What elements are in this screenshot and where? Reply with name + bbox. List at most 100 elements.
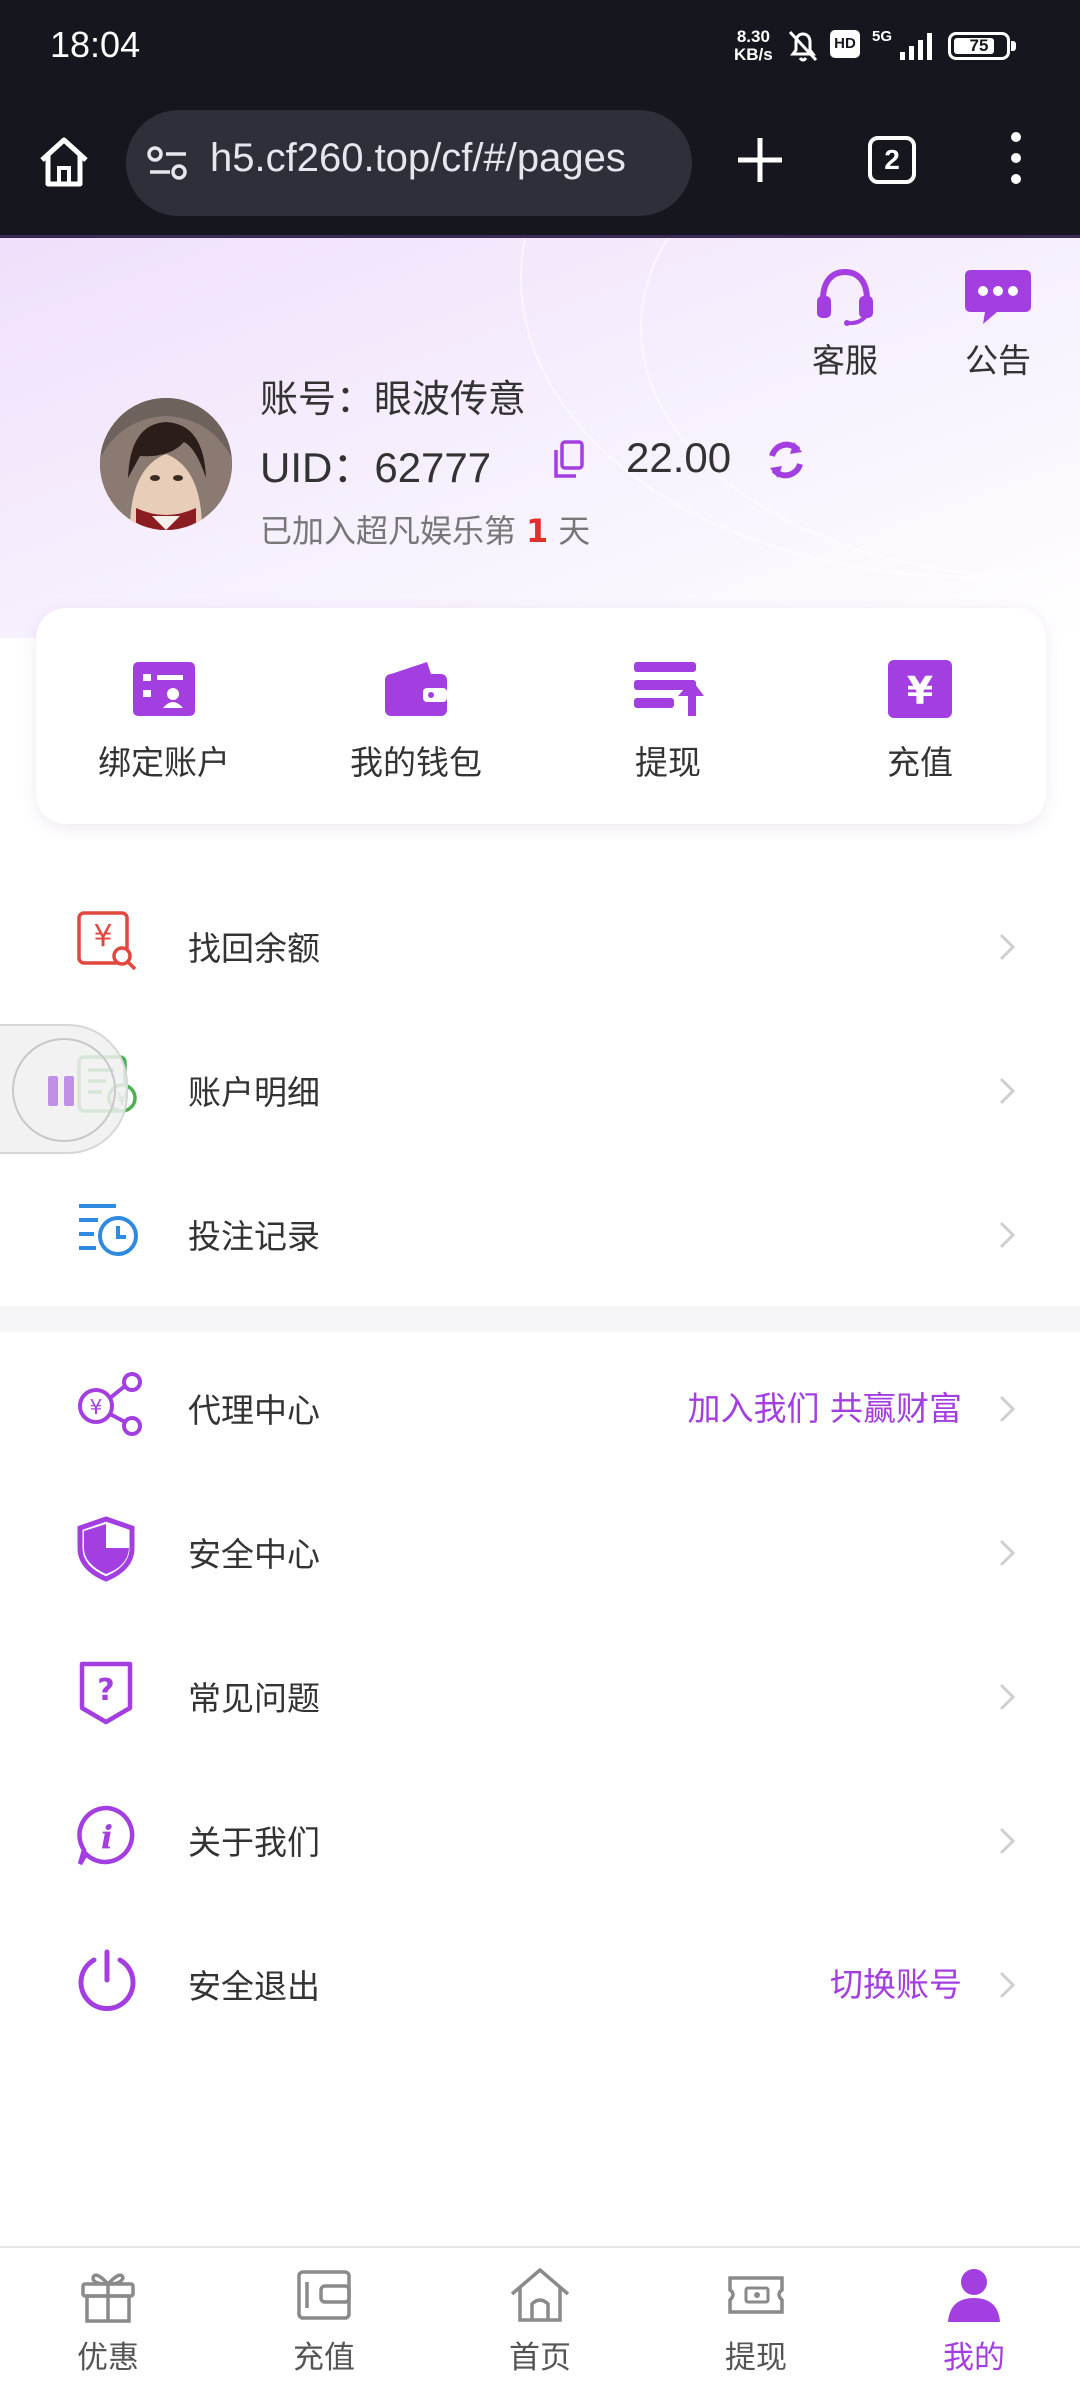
- status-bar: 18:04 8.30 KB/s HD 5G 75: [0, 0, 1080, 92]
- chevron-right-icon: [999, 1077, 1016, 1105]
- joined-prefix: 已加入超凡娱乐第: [260, 512, 517, 550]
- menu-item-agent-center[interactable]: ¥ 代理中心 加入我们 共赢财富: [0, 1336, 1080, 1480]
- menu-label: 关于我们: [188, 1823, 320, 1862]
- menu-item-about-us[interactable]: i 关于我们: [0, 1768, 1080, 1912]
- browser-toolbar: h5.cf260.top/cf/#/pages 2: [0, 92, 1080, 238]
- chat-bubble-icon: [965, 270, 1031, 324]
- nav-label: 我的: [943, 2340, 1005, 2376]
- new-tab-icon[interactable]: [734, 134, 786, 186]
- account-name: 账号：眼波传意: [260, 377, 527, 421]
- balance-amount: 22.00: [626, 434, 732, 481]
- switch-account-link[interactable]: 切换账号: [830, 1958, 962, 2006]
- gift-icon: [81, 2273, 135, 2323]
- joined-days: 1: [526, 512, 549, 550]
- card-icon: [297, 2270, 351, 2320]
- agent-promo-text: 加入我们 共赢财富: [687, 1389, 963, 1428]
- headset-icon: [817, 268, 873, 326]
- chevron-right-icon: [999, 933, 1016, 961]
- nav-label: 充值: [293, 2340, 355, 2376]
- more-menu-icon[interactable]: [1008, 132, 1024, 192]
- network-speed-value: 8.30: [736, 27, 770, 46]
- home-icon: [510, 2268, 570, 2322]
- chevron-right-icon: [999, 1395, 1016, 1423]
- nav-home[interactable]: 首页: [470, 2266, 610, 2377]
- chevron-right-icon: [999, 1539, 1016, 1567]
- menu-label: 代理中心: [188, 1391, 320, 1430]
- avatar-image: [100, 398, 232, 530]
- menu-label: 找回余额: [188, 929, 320, 968]
- nav-label: 首页: [509, 2340, 571, 2376]
- menu-item-account-details[interactable]: ¥ 账户明细: [0, 1018, 1080, 1162]
- menu-item-logout[interactable]: 安全退出 切换账号: [0, 1912, 1080, 2056]
- agent-share-icon: ¥: [78, 1372, 142, 1436]
- address-bar[interactable]: h5.cf260.top/cf/#/pages: [126, 110, 692, 216]
- recharge-icon: ¥: [888, 660, 952, 718]
- network-speed: 8.30 KB/s: [734, 28, 773, 64]
- status-time: 18:04: [50, 24, 141, 65]
- recover-balance-icon: ¥: [77, 911, 137, 971]
- site-settings-icon[interactable]: [146, 145, 190, 181]
- withdraw-icon: [634, 662, 704, 716]
- power-icon: [78, 1949, 136, 2011]
- menu-label: 投注记录: [188, 1217, 320, 1256]
- nav-recharge[interactable]: 充值: [254, 2266, 394, 2377]
- chevron-right-icon: [999, 1221, 1016, 1249]
- menu-label: 账户明细: [188, 1073, 320, 1112]
- quick-action-label: 绑定账户: [98, 743, 230, 782]
- wallet-icon: [385, 662, 447, 716]
- chevron-right-icon: [999, 1827, 1016, 1855]
- bottom-navigation: 优惠 充值 首页 提现 我的: [0, 2246, 1080, 2400]
- chevron-right-icon: [999, 1971, 1016, 1999]
- quick-action-label: 提现: [635, 743, 701, 782]
- profile-header: 客服 公告 账号：眼波传意 UID：62777 22.00 已加入超凡娱乐第 1…: [0, 238, 1080, 638]
- announcement-label: 公告: [965, 341, 1031, 380]
- menu-item-faq[interactable]: ? 常见问题: [0, 1624, 1080, 1768]
- quick-action-wallet[interactable]: 我的钱包: [316, 660, 516, 784]
- menu-label: 安全退出: [188, 1967, 320, 2006]
- quick-action-bind-account[interactable]: 绑定账户: [64, 660, 264, 784]
- bet-records-icon: [79, 1204, 138, 1256]
- quick-action-recharge[interactable]: ¥ 充值: [820, 660, 1020, 784]
- svg-text:¥: ¥: [93, 919, 112, 954]
- customer-service-button[interactable]: 客服: [795, 266, 895, 382]
- network-type: 5G: [872, 28, 893, 45]
- announcement-button[interactable]: 公告: [948, 266, 1048, 382]
- menu-label: 安全中心: [188, 1535, 320, 1574]
- floating-media-button[interactable]: [0, 1024, 128, 1154]
- battery-icon: 75: [948, 32, 1016, 60]
- menu-item-recover-balance[interactable]: ¥ 找回余额: [0, 874, 1080, 1018]
- network-speed-unit: KB/s: [734, 45, 773, 64]
- refresh-icon[interactable]: [764, 438, 808, 482]
- nav-label: 优惠: [77, 2340, 139, 2376]
- menu-item-security-center[interactable]: 安全中心: [0, 1480, 1080, 1624]
- copy-icon[interactable]: [552, 440, 586, 480]
- quick-action-label: 充值: [887, 743, 953, 782]
- url-text[interactable]: h5.cf260.top/cf/#/pages: [210, 136, 626, 181]
- mute-bell-icon: [788, 30, 818, 62]
- quick-action-withdraw[interactable]: 提现: [568, 660, 768, 784]
- menu-label: 常见问题: [188, 1679, 320, 1718]
- svg-text:i: i: [101, 1818, 113, 1856]
- svg-text:¥: ¥: [90, 1395, 103, 1419]
- hd-badge: HD: [830, 30, 860, 58]
- tab-switcher-button[interactable]: 2: [868, 136, 916, 184]
- bind-account-icon: [133, 662, 195, 716]
- user-icon: [948, 2269, 1000, 2322]
- customer-service-label: 客服: [812, 341, 878, 380]
- quick-action-label: 我的钱包: [350, 743, 482, 782]
- shield-icon: [77, 1516, 135, 1582]
- info-icon: i: [77, 1805, 135, 1866]
- svg-text:?: ?: [97, 1673, 114, 1708]
- home-icon[interactable]: [36, 134, 92, 190]
- nav-promotions[interactable]: 优惠: [38, 2266, 178, 2377]
- joined-suffix: 天: [558, 512, 591, 550]
- nav-label: 提现: [725, 2340, 787, 2376]
- quick-actions-card: 绑定账户 我的钱包 提现 ¥ 充值: [36, 608, 1046, 824]
- svg-text:¥: ¥: [907, 669, 933, 713]
- menu-item-bet-records[interactable]: 投注记录: [0, 1162, 1080, 1306]
- ticket-icon: [728, 2276, 784, 2314]
- nav-mine[interactable]: 我的: [904, 2266, 1044, 2377]
- avatar[interactable]: [100, 398, 232, 530]
- signal-icon: [900, 33, 932, 60]
- nav-withdraw[interactable]: 提现: [686, 2266, 826, 2377]
